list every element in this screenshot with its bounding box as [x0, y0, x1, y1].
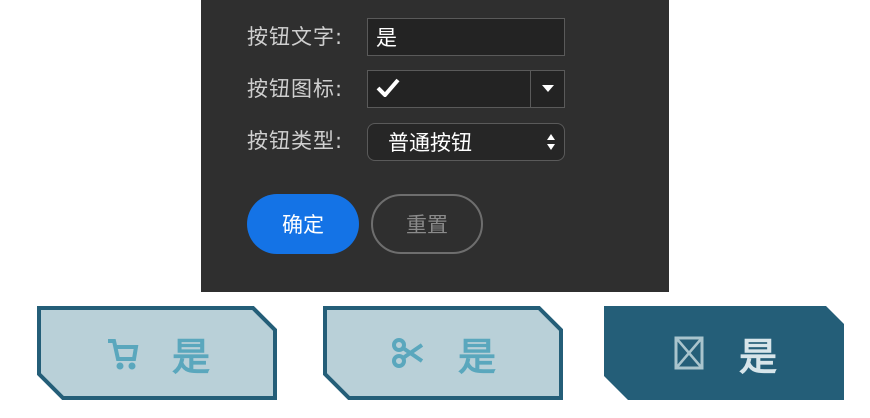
- preview-button-cross[interactable]: 是: [604, 306, 844, 400]
- button-type-value: 普通按钮: [388, 131, 472, 155]
- button-icon-select[interactable]: [367, 70, 565, 108]
- preview-label: 是: [457, 334, 496, 379]
- cart-icon: [107, 339, 139, 370]
- icon-row: 按钮图标:: [247, 68, 367, 108]
- cross-box-icon: [674, 336, 704, 370]
- preview-button-scissors[interactable]: 是: [323, 306, 563, 400]
- button-type-select[interactable]: 普通按钮: [367, 123, 565, 161]
- confirm-label: 确定: [282, 213, 324, 237]
- confirm-button[interactable]: 确定: [247, 194, 359, 254]
- text-row: 按钮文字:: [247, 16, 367, 56]
- text-label: 按钮文字:: [247, 25, 344, 49]
- checkmark-icon: [368, 77, 400, 102]
- caret-down-icon: [541, 85, 554, 92]
- preview-button-cart[interactable]: 是: [37, 306, 277, 400]
- button-text-input[interactable]: 是: [367, 18, 565, 56]
- button-text-value: 是: [376, 26, 397, 50]
- button-config-panel: 按钮文字: 是 按钮图标: 按钮类型: 普通按钮 确定 重置: [201, 0, 669, 292]
- scissors-icon: [391, 338, 424, 368]
- type-label: 按钮类型:: [247, 129, 344, 153]
- dropdown-caret-button[interactable]: [530, 71, 564, 107]
- type-row: 按钮类型:: [247, 120, 367, 160]
- preview-label: 是: [738, 334, 777, 379]
- icon-label: 按钮图标:: [247, 77, 344, 101]
- reset-label: 重置: [406, 213, 448, 237]
- preview-label: 是: [171, 334, 210, 379]
- updown-arrows-icon: [547, 134, 555, 150]
- reset-button[interactable]: 重置: [371, 194, 483, 254]
